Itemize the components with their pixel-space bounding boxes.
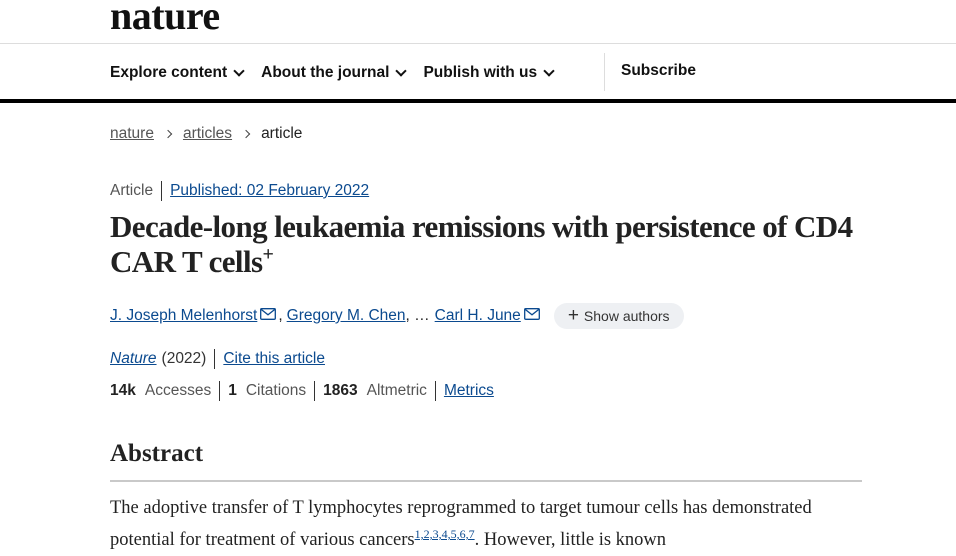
- email-icon[interactable]: [523, 307, 540, 325]
- metrics-link[interactable]: Metrics: [444, 382, 494, 400]
- article-title-text: Decade-long leukaemia remissions with pe…: [110, 209, 853, 279]
- chevron-right-icon: [163, 129, 173, 139]
- header-bottom-rule: [0, 99, 956, 103]
- metrics-separator: [434, 381, 436, 401]
- author-list: J. Joseph Melenhorst , Gregory M. Chen ,…: [110, 303, 684, 329]
- header-divider: [0, 43, 956, 44]
- breadcrumb: nature articles article: [110, 125, 302, 143]
- abstract-text-part-2: . However, little is known: [474, 530, 667, 550]
- nav-about-journal-label: About the journal: [261, 64, 390, 81]
- chevron-down-icon: [395, 65, 408, 77]
- nav-divider: [604, 53, 605, 91]
- altmetric-score: 1863: [323, 382, 358, 399]
- metrics-separator: [219, 381, 221, 401]
- cite-article-link[interactable]: Cite this article: [223, 350, 325, 368]
- chevron-right-icon: [241, 129, 251, 139]
- published-date-link[interactable]: Published: 02 February 2022: [170, 182, 369, 200]
- author-link[interactable]: J. Joseph Melenhorst: [110, 307, 257, 325]
- breadcrumb-current: article: [261, 125, 303, 142]
- meta-separator: [161, 181, 163, 201]
- meta-separator: [214, 349, 216, 369]
- nav-publish[interactable]: Publish with us: [423, 64, 555, 82]
- altmetric-label: Altmetric: [366, 382, 427, 399]
- abstract-heading: Abstract: [110, 440, 204, 467]
- title-mark: +: [262, 243, 274, 266]
- journal-link[interactable]: Nature: [110, 350, 157, 368]
- main-nav: Explore content About the journal Publis…: [110, 62, 571, 84]
- breadcrumb-nature[interactable]: nature: [110, 125, 154, 143]
- chevron-down-icon: [543, 65, 555, 77]
- email-icon[interactable]: [260, 307, 277, 325]
- chevron-down-icon: [233, 65, 245, 77]
- author-ellipsis: , …: [405, 307, 430, 324]
- journal-year: (2022): [161, 350, 207, 367]
- accesses-label: Accesses: [144, 382, 212, 399]
- breadcrumb-articles[interactable]: articles: [183, 125, 232, 143]
- article-title: Decade-long leukaemia remissions with pe…: [110, 209, 870, 279]
- abstract-text-part-1: The adoptive transfer of T lymphocytes r…: [110, 498, 812, 550]
- nature-logo[interactable]: nature: [110, 0, 220, 38]
- author-link[interactable]: Gregory M. Chen: [287, 307, 406, 325]
- journal-citation: Nature (2022) Cite this article: [110, 349, 325, 369]
- nav-about-journal[interactable]: About the journal: [261, 64, 408, 82]
- article-meta: Article Published: 02 February 2022: [110, 181, 369, 201]
- accesses-count: 14k: [110, 382, 136, 399]
- show-authors-button[interactable]: + Show authors: [553, 303, 684, 329]
- abstract-divider: [110, 480, 862, 482]
- citations-label: Citations: [245, 382, 307, 399]
- abstract-text: The adoptive transfer of T lymphocytes r…: [110, 492, 862, 556]
- author-separator: ,: [278, 307, 283, 324]
- show-authors-label: Show authors: [583, 308, 670, 324]
- plus-icon: +: [567, 305, 579, 326]
- citations-count: 1: [228, 382, 237, 399]
- nav-explore-content[interactable]: Explore content: [110, 64, 245, 82]
- subscribe-link[interactable]: Subscribe: [621, 62, 696, 80]
- article-metrics: 14k Accesses 1 Citations 1863 Altmetric …: [110, 381, 494, 401]
- author-link[interactable]: Carl H. June: [435, 307, 521, 325]
- nav-explore-content-label: Explore content: [110, 64, 228, 81]
- metrics-separator: [314, 381, 316, 401]
- reference-links[interactable]: 1,2,3,4,5,6,7: [415, 527, 475, 541]
- nav-publish-label: Publish with us: [423, 64, 538, 81]
- article-type: Article: [110, 182, 154, 199]
